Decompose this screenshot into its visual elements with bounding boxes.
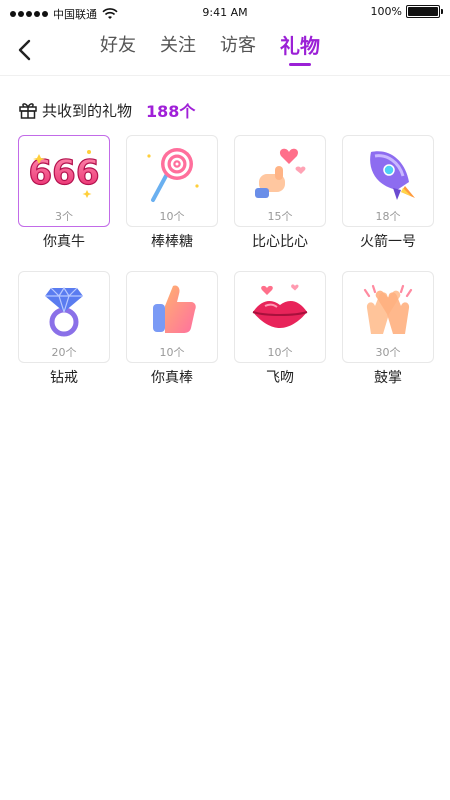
summary-count: 188个 <box>146 102 196 121</box>
tab-friends[interactable]: 好友 <box>100 32 136 68</box>
kiss-lips-icon <box>252 284 308 328</box>
gift-name: 火箭一号 <box>360 234 416 250</box>
gift-quantity: 10个 <box>267 346 293 359</box>
gift-name: 钻戒 <box>50 370 78 386</box>
tab-visitors[interactable]: 访客 <box>220 32 256 68</box>
gift-card[interactable]: 10个 棒棒糖 <box>126 135 218 255</box>
gift-card[interactable]: 20个 钻戒 <box>18 271 110 391</box>
tab-bar: 好友 关注 访客 礼物 <box>100 32 344 68</box>
gift-name: 棒棒糖 <box>151 234 193 250</box>
battery-percent: 100% <box>370 5 402 18</box>
rocket-icon <box>370 151 415 200</box>
gift-name: 你真牛 <box>43 234 85 250</box>
gift-quantity: 10个 <box>159 346 185 359</box>
back-button[interactable] <box>10 36 38 64</box>
clapping-hands-icon <box>363 284 413 334</box>
gift-card[interactable]: 15个 比心比心 <box>234 135 326 255</box>
summary-label: 共收到的礼物 <box>42 101 133 120</box>
thumbs-up-icon <box>153 285 196 333</box>
gift-name: 你真棒 <box>151 370 193 386</box>
diamond-ring-icon <box>45 286 83 337</box>
lollipop-icon <box>147 148 199 202</box>
gift-quantity: 30个 <box>375 346 401 359</box>
battery-area: 100% <box>370 5 443 18</box>
gift-quantity: 10个 <box>159 210 185 223</box>
gift-card[interactable]: 18个 火箭一号 <box>342 135 434 255</box>
gift-grid: 666 3个 你真牛 10个 棒棒糖 15个 比心比心 18个 火箭一号 20个… <box>18 135 434 391</box>
active-tab-indicator <box>289 63 311 66</box>
gift-quantity: 3个 <box>55 210 73 223</box>
gift-card[interactable]: 30个 鼓掌 <box>342 271 434 391</box>
finger-heart-icon <box>255 148 306 198</box>
gift-quantity: 18个 <box>375 210 401 223</box>
gift-card[interactable]: 666 3个 你真牛 <box>18 135 110 255</box>
top-nav: 好友 关注 访客 礼物 <box>0 26 450 76</box>
tab-gifts[interactable]: 礼物 <box>280 32 320 68</box>
gift-name: 鼓掌 <box>374 370 402 386</box>
tab-following[interactable]: 关注 <box>160 32 196 68</box>
gift-quantity: 15个 <box>267 210 293 223</box>
gift-summary: 共收到的礼物 188个 <box>18 98 195 122</box>
chevron-left-icon <box>18 39 31 61</box>
battery-icon <box>406 5 443 18</box>
666-icon: 666 <box>29 150 99 198</box>
gift-card[interactable]: 10个 飞吻 <box>234 271 326 391</box>
gift-name: 飞吻 <box>266 370 294 386</box>
gift-quantity: 20个 <box>51 346 77 359</box>
gift-icon <box>19 103 37 119</box>
gift-card[interactable]: 10个 你真棒 <box>126 271 218 391</box>
status-bar: 中国联通 9:41 AM 100% <box>0 0 450 26</box>
gift-name: 比心比心 <box>252 234 308 250</box>
